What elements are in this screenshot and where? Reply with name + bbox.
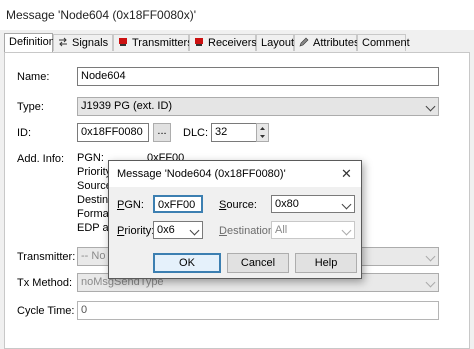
- cancel-button[interactable]: Cancel: [227, 253, 289, 273]
- dialog-pgn-label: PGN:: [117, 199, 144, 211]
- txmethod-label: Tx Method:: [17, 277, 73, 289]
- dialog-source-label: Source:: [219, 199, 257, 211]
- type-label: Type:: [17, 101, 44, 113]
- pen-icon: [299, 36, 309, 47]
- tab-label: Attributes: [313, 37, 360, 49]
- window-title: Message 'Node604 (0x18FF0080x)': [6, 8, 197, 22]
- dialog-pgn-input[interactable]: 0xFF00: [153, 195, 203, 213]
- type-select[interactable]: J1939 PG (ext. ID): [77, 97, 439, 116]
- destination-value: All: [275, 224, 288, 236]
- dialog-title: Message 'Node604 (0x18FF0080)': [117, 168, 286, 180]
- tab-attributes[interactable]: Attributes: [294, 34, 360, 51]
- tab-transmitters[interactable]: Transmitters: [113, 34, 193, 51]
- chevron-down-icon: [425, 101, 436, 112]
- tab-label: Transmitters: [132, 37, 193, 49]
- pgn-dialog: Message 'Node604 (0x18FF0080)' ✕ PGN: 0x…: [108, 160, 362, 279]
- window-titlebar: Message 'Node604 (0x18FF0080x)': [0, 0, 474, 30]
- dialog-destination-label: Destination:: [219, 225, 278, 237]
- dlc-label: DLC:: [183, 127, 209, 139]
- chevron-down-icon: [341, 199, 352, 210]
- priority-value: 0x6: [157, 224, 175, 236]
- chevron-down-icon: [425, 277, 436, 288]
- source-value: 0x80: [275, 198, 299, 210]
- dialog-destination-select[interactable]: All: [271, 221, 355, 239]
- dialog-titlebar: Message 'Node604 (0x18FF0080)' ✕: [109, 161, 361, 187]
- chevron-down-icon: [341, 225, 352, 236]
- addinfo-label: Add. Info:: [17, 153, 65, 165]
- dlc-spinner[interactable]: [256, 123, 269, 142]
- tab-label: Layout: [261, 37, 295, 49]
- cycletime-input[interactable]: 0: [77, 301, 439, 320]
- tab-receivers[interactable]: Receivers: [189, 34, 257, 51]
- dialog-priority-select[interactable]: 0x6: [153, 221, 203, 239]
- help-button[interactable]: Help: [295, 253, 357, 273]
- chevron-down-icon: [189, 225, 200, 236]
- type-value: J1939 PG (ext. ID): [81, 100, 173, 112]
- ecu-red-icon: [118, 36, 128, 46]
- tab-definition[interactable]: Definition: [4, 33, 55, 52]
- id-input[interactable]: 0x18FF0080: [77, 123, 149, 142]
- id-browse-button[interactable]: ...: [153, 123, 171, 142]
- tab-label: Receivers: [208, 37, 257, 49]
- chevron-down-icon: [425, 251, 436, 262]
- dlc-input[interactable]: 32: [211, 123, 257, 142]
- dialog-source-select[interactable]: 0x80: [271, 195, 355, 213]
- close-icon[interactable]: ✕: [341, 166, 352, 182]
- signal-arrows-icon: [58, 36, 68, 47]
- spin-arrows-icon: [260, 127, 265, 138]
- ok-button[interactable]: OK: [153, 253, 221, 273]
- tab-label: Comment: [362, 37, 410, 49]
- tab-signals[interactable]: Signals: [53, 34, 113, 51]
- name-input[interactable]: Node604: [77, 67, 439, 86]
- id-label: ID:: [17, 127, 32, 139]
- tab-comment[interactable]: Comment: [357, 34, 410, 51]
- message-window: Message 'Node604 (0x18FF0080x)' Definiti…: [0, 0, 474, 349]
- name-label: Name:: [17, 71, 50, 83]
- tab-label: Definition: [9, 36, 55, 48]
- ecu-red-icon: [194, 36, 204, 46]
- addinfo-pgn-label: PGN:: [77, 152, 104, 164]
- tab-layout[interactable]: Layout: [256, 34, 294, 51]
- tab-label: Signals: [72, 37, 109, 49]
- transmitter-label: Transmitter:: [17, 251, 76, 263]
- cycletime-label: Cycle Time:: [17, 305, 75, 317]
- dialog-priority-label: Priority:: [117, 225, 155, 237]
